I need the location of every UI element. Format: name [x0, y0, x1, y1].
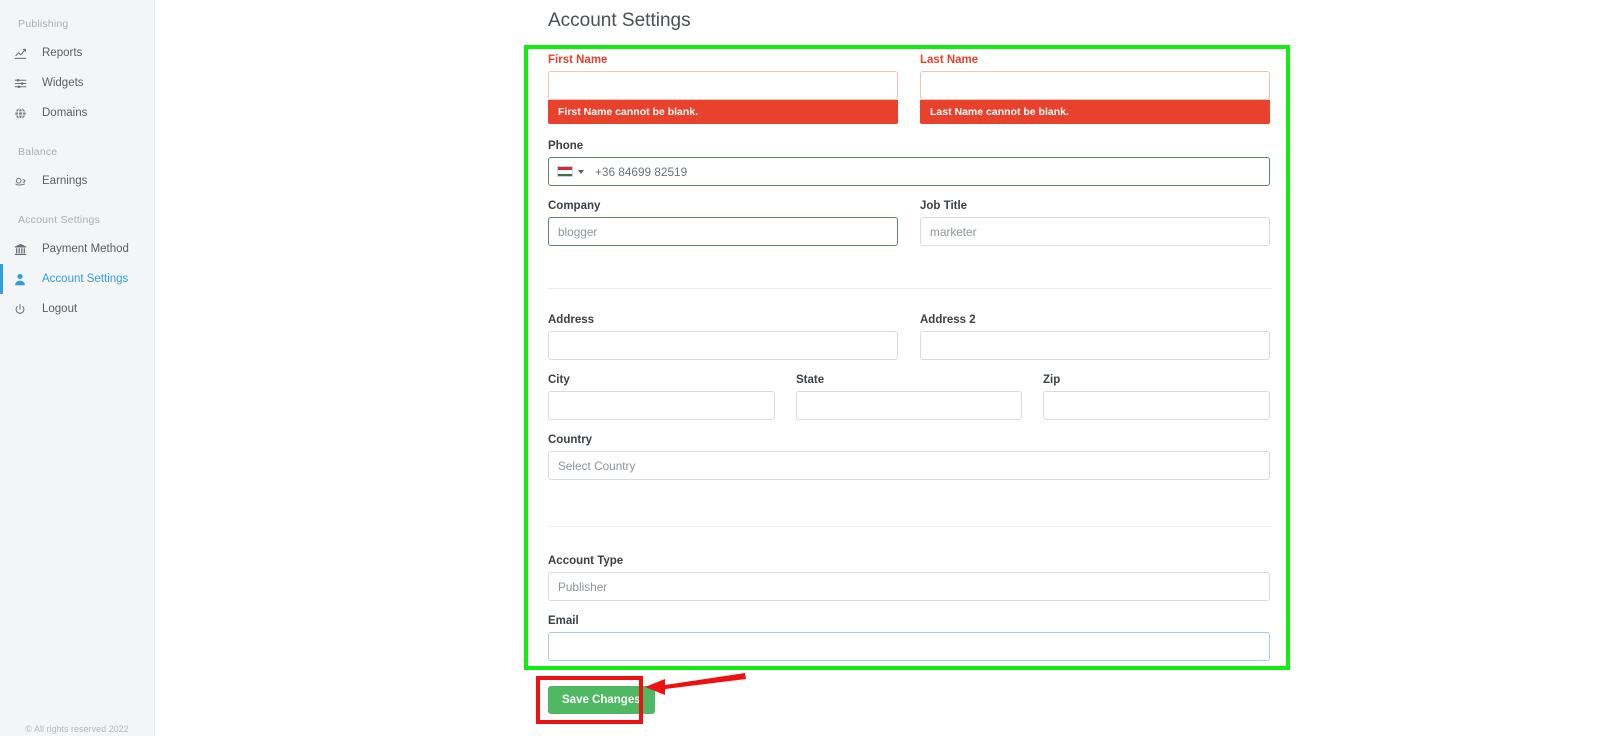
address2-input[interactable]: [920, 331, 1270, 360]
state-input[interactable]: [796, 391, 1022, 420]
last-name-input[interactable]: [920, 71, 1270, 100]
address2-label: Address 2: [920, 314, 976, 326]
sidebar: Publishing Reports Widgets Domains Balan…: [0, 0, 155, 736]
last-name-field-group: Last Name Last Name cannot be blank.: [920, 54, 1270, 124]
sidebar-item-domains[interactable]: Domains: [0, 98, 154, 128]
power-icon: [14, 303, 36, 316]
email-label: Email: [548, 615, 579, 627]
phone-label: Phone: [548, 140, 584, 152]
address2-field-group: Address 2: [920, 314, 1270, 360]
city-input[interactable]: [548, 391, 775, 420]
main-content: Account Settings First Name First Name c…: [155, 0, 1600, 736]
sliders-icon: [14, 77, 36, 90]
sidebar-item-label: Earnings: [42, 175, 88, 187]
email-input[interactable]: [548, 632, 1270, 661]
copyright-footer: © All rights reserved 2022: [25, 724, 129, 734]
sidebar-item-label: Payment Method: [42, 243, 129, 255]
first-name-label: First Name: [548, 54, 608, 66]
sidebar-item-label: Logout: [42, 303, 78, 315]
sidebar-item-label: Widgets: [42, 77, 84, 89]
last-name-label: Last Name: [920, 54, 979, 66]
red-arrow-annotation: [645, 673, 746, 695]
sidebar-item-label: Domains: [42, 107, 88, 119]
first-name-input[interactable]: [548, 71, 898, 100]
sidebar-item-label: Reports: [42, 47, 83, 59]
account-type-field-group: Account Type: [548, 555, 1270, 601]
city-label: City: [548, 374, 570, 386]
account-settings-form: First Name First Name cannot be blank. L…: [548, 50, 1272, 661]
save-changes-button[interactable]: Save Changes: [548, 686, 655, 714]
sidebar-section-account-title: Account Settings: [18, 214, 100, 226]
hungary-flag-icon: [557, 166, 573, 177]
city-field-group: City: [548, 374, 775, 420]
hand-holding-coin-icon: [14, 175, 36, 188]
sidebar-item-logout[interactable]: Logout: [0, 294, 154, 324]
company-input[interactable]: [548, 217, 898, 246]
account-type-label: Account Type: [548, 555, 624, 567]
job-title-label: Job Title: [920, 200, 968, 212]
sidebar-item-reports[interactable]: Reports: [0, 38, 154, 68]
sidebar-item-widgets[interactable]: Widgets: [0, 68, 154, 98]
sidebar-section-publishing-title: Publishing: [18, 18, 69, 30]
email-field-group: Email: [548, 615, 1270, 661]
phone-field-group: Phone +36 84699 82519: [548, 140, 1270, 186]
chart-line-icon: [14, 47, 36, 60]
phone-input[interactable]: +36 84699 82519: [548, 157, 1270, 186]
address-input[interactable]: [548, 331, 898, 360]
account-settings-page: Publishing Reports Widgets Domains Balan…: [0, 0, 1600, 736]
last-name-error-message: Last Name cannot be blank.: [920, 100, 1270, 124]
chevron-down-icon[interactable]: [578, 169, 584, 174]
job-title-input[interactable]: [920, 217, 1270, 246]
section-divider-1: [548, 288, 1272, 289]
address-field-group: Address: [548, 314, 898, 360]
company-field-group: Company: [548, 200, 898, 246]
country-field-group: Country: [548, 434, 1270, 480]
sidebar-section-balance-title: Balance: [18, 146, 58, 158]
state-label: State: [796, 374, 825, 386]
address-label: Address: [548, 314, 595, 326]
job-title-field-group: Job Title: [920, 200, 1270, 246]
zip-input[interactable]: [1043, 391, 1270, 420]
country-label: Country: [548, 434, 593, 446]
company-label: Company: [548, 200, 601, 212]
page-title: Account Settings: [548, 10, 691, 31]
account-type-input[interactable]: [548, 572, 1270, 601]
sidebar-item-earnings[interactable]: Earnings: [0, 166, 154, 196]
sidebar-item-label: Account Settings: [42, 273, 129, 285]
user-icon: [14, 273, 36, 286]
sidebar-item-account-settings[interactable]: Account Settings: [0, 264, 154, 294]
sidebar-item-payment-method[interactable]: Payment Method: [0, 234, 154, 264]
state-field-group: State: [796, 374, 1022, 420]
phone-value: +36 84699 82519: [595, 164, 688, 179]
bank-icon: [14, 243, 36, 256]
country-select[interactable]: [548, 451, 1270, 480]
first-name-error-message: First Name cannot be blank.: [548, 100, 898, 124]
section-divider-2: [548, 526, 1272, 527]
first-name-field-group: First Name First Name cannot be blank.: [548, 54, 898, 124]
zip-field-group: Zip: [1043, 374, 1270, 420]
globe-icon: [14, 107, 36, 120]
zip-label: Zip: [1043, 374, 1061, 386]
